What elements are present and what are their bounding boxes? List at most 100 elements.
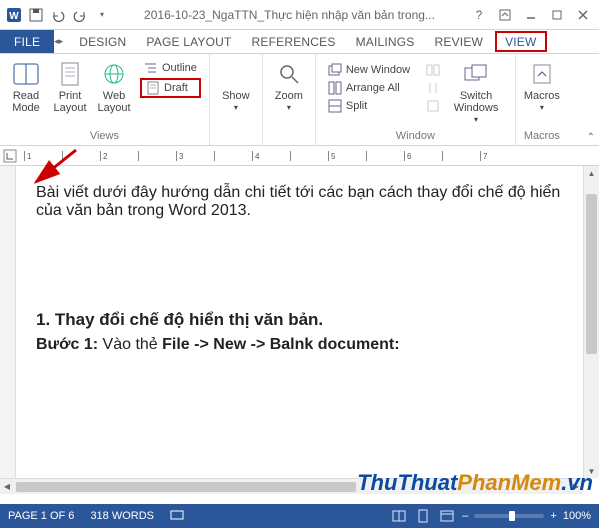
- undo-icon[interactable]: [48, 5, 68, 25]
- view-side-by-side-button[interactable]: [422, 62, 444, 78]
- horizontal-ruler[interactable]: 1234567: [0, 146, 599, 166]
- macros-button[interactable]: Macros ▾: [520, 56, 564, 128]
- zoom-button[interactable]: Zoom ▾: [267, 56, 311, 140]
- tab-mailings[interactable]: MAILINGS: [346, 30, 425, 53]
- tab-page-layout[interactable]: PAGE LAYOUT: [136, 30, 241, 53]
- tab-review[interactable]: REVIEW: [425, 30, 494, 53]
- vertical-ruler[interactable]: [0, 166, 16, 488]
- read-mode-button[interactable]: Read Mode: [4, 56, 48, 128]
- scroll-thumb-horizontal[interactable]: [16, 482, 356, 492]
- vertical-scrollbar[interactable]: ▲ ▼: [583, 166, 599, 478]
- document-area: Bài viết dưới đây hướng dẫn chi tiết tới…: [0, 166, 599, 488]
- zoom-level[interactable]: 100%: [563, 510, 591, 522]
- scroll-left-icon[interactable]: ◀: [0, 482, 14, 491]
- status-language-icon[interactable]: [170, 508, 184, 525]
- draft-button[interactable]: Draft: [140, 78, 201, 98]
- group-show: Show ▾: [210, 54, 263, 145]
- scroll-thumb-vertical[interactable]: [586, 194, 597, 354]
- reset-window-button[interactable]: [422, 98, 444, 114]
- group-macros: Macros ▾ Macros: [516, 54, 568, 145]
- show-button[interactable]: Show ▾: [214, 56, 258, 140]
- tab-selector-icon[interactable]: [3, 149, 17, 163]
- tab-design[interactable]: DESIGN: [69, 30, 136, 53]
- group-zoom: Zoom ▾: [263, 54, 316, 145]
- word-app-icon[interactable]: W: [4, 5, 24, 25]
- svg-text:W: W: [9, 11, 19, 22]
- hidden-tabs-left[interactable]: ◂▸: [54, 30, 69, 53]
- status-page[interactable]: PAGE 1 OF 6: [8, 510, 74, 522]
- arrange-all-button[interactable]: Arrange All: [324, 80, 414, 96]
- zoom-slider-knob[interactable]: [509, 511, 515, 521]
- zoom-slider[interactable]: [474, 514, 544, 518]
- collapse-ribbon-icon[interactable]: ⌃: [587, 132, 595, 143]
- statusbar-web-layout-icon[interactable]: [438, 507, 456, 525]
- zoom-out-button[interactable]: –: [462, 510, 468, 522]
- window-group-label: Window: [320, 128, 511, 143]
- side-by-side-icon: [426, 63, 440, 77]
- status-words[interactable]: 318 WORDS: [90, 510, 154, 522]
- split-icon: [328, 99, 342, 113]
- tab-references[interactable]: REFERENCES: [242, 30, 346, 53]
- zoom-icon: [278, 60, 300, 88]
- reset-window-icon: [426, 99, 440, 113]
- outline-button[interactable]: Outline: [140, 60, 201, 76]
- ribbon-tabs: FILE ◂▸ DESIGN PAGE LAYOUT REFERENCES MA…: [0, 30, 599, 54]
- document-heading: 1. Thay đổi chế độ hiển thị văn bản.: [36, 310, 579, 330]
- arrange-all-icon: [328, 81, 342, 95]
- scroll-up-icon[interactable]: ▲: [584, 166, 599, 180]
- new-window-label: New Window: [346, 64, 410, 76]
- draft-icon: [146, 81, 160, 95]
- macros-group-label: Macros: [520, 128, 564, 143]
- web-layout-button[interactable]: Web Layout: [92, 56, 136, 128]
- step-label: Bước 1:: [36, 336, 98, 353]
- draft-label: Draft: [164, 82, 188, 94]
- show-label: Show: [222, 90, 250, 102]
- tab-view[interactable]: VIEW: [495, 31, 546, 52]
- web-layout-icon: [102, 60, 126, 88]
- new-window-button[interactable]: New Window: [324, 62, 414, 78]
- outline-label: Outline: [162, 62, 197, 74]
- statusbar-read-mode-icon[interactable]: [390, 507, 408, 525]
- read-mode-label: Read Mode: [4, 90, 48, 114]
- split-button[interactable]: Split: [324, 98, 414, 114]
- customize-qat-dropdown[interactable]: ▾: [92, 5, 112, 25]
- switch-windows-button[interactable]: Switch Windows ▾: [448, 56, 504, 128]
- statusbar-print-layout-icon[interactable]: [414, 507, 432, 525]
- print-layout-icon: [59, 60, 81, 88]
- print-layout-button[interactable]: Print Layout: [48, 56, 92, 128]
- quick-access-toolbar: W ▾: [4, 5, 112, 25]
- views-group-label: Views: [4, 128, 205, 143]
- zoom-in-button[interactable]: +: [550, 510, 556, 522]
- watermark-part1: ThuThuat: [357, 470, 457, 495]
- status-bar: PAGE 1 OF 6 318 WORDS – + 100%: [0, 504, 599, 528]
- document-page[interactable]: Bài viết dưới đây hướng dẫn chi tiết tới…: [16, 166, 599, 488]
- document-title: 2016-10-23_NgaTTN_Thực hiện nhập văn bản…: [112, 8, 467, 22]
- step-text: Vào thẻ: [98, 336, 162, 353]
- ruler-marks: 1234567: [24, 151, 518, 161]
- document-paragraph: Bài viết dưới đây hướng dẫn chi tiết tới…: [36, 184, 579, 220]
- sync-scroll-icon: [426, 81, 440, 95]
- close-icon[interactable]: [571, 5, 595, 25]
- maximize-icon[interactable]: [545, 5, 569, 25]
- watermark: ThuThuatPhanMem.vn: [357, 470, 593, 496]
- new-window-icon: [328, 63, 342, 77]
- tab-file[interactable]: FILE: [0, 30, 54, 53]
- ribbon: Read Mode Print Layout Web Layout Outlin…: [0, 54, 599, 146]
- minimize-icon[interactable]: [519, 5, 543, 25]
- chevron-down-icon: ▾: [287, 102, 291, 114]
- print-layout-label: Print Layout: [48, 90, 92, 114]
- zoom-label: Zoom: [275, 90, 303, 102]
- chevron-down-icon: ▾: [234, 102, 238, 114]
- redo-icon[interactable]: [70, 5, 90, 25]
- watermark-part2: PhanMem: [457, 470, 561, 495]
- sync-scroll-button[interactable]: [422, 80, 444, 96]
- ribbon-display-options-icon[interactable]: [493, 5, 517, 25]
- watermark-part3: .vn: [561, 470, 593, 495]
- macros-label: Macros: [524, 90, 560, 102]
- outline-icon: [144, 61, 158, 75]
- help-icon[interactable]: ?: [467, 5, 491, 25]
- step-path: File -> New -> Balnk document:: [162, 336, 399, 353]
- save-icon[interactable]: [26, 5, 46, 25]
- title-bar: W ▾ 2016-10-23_NgaTTN_Thực hiện nhập văn…: [0, 0, 599, 30]
- read-mode-icon: [13, 60, 39, 88]
